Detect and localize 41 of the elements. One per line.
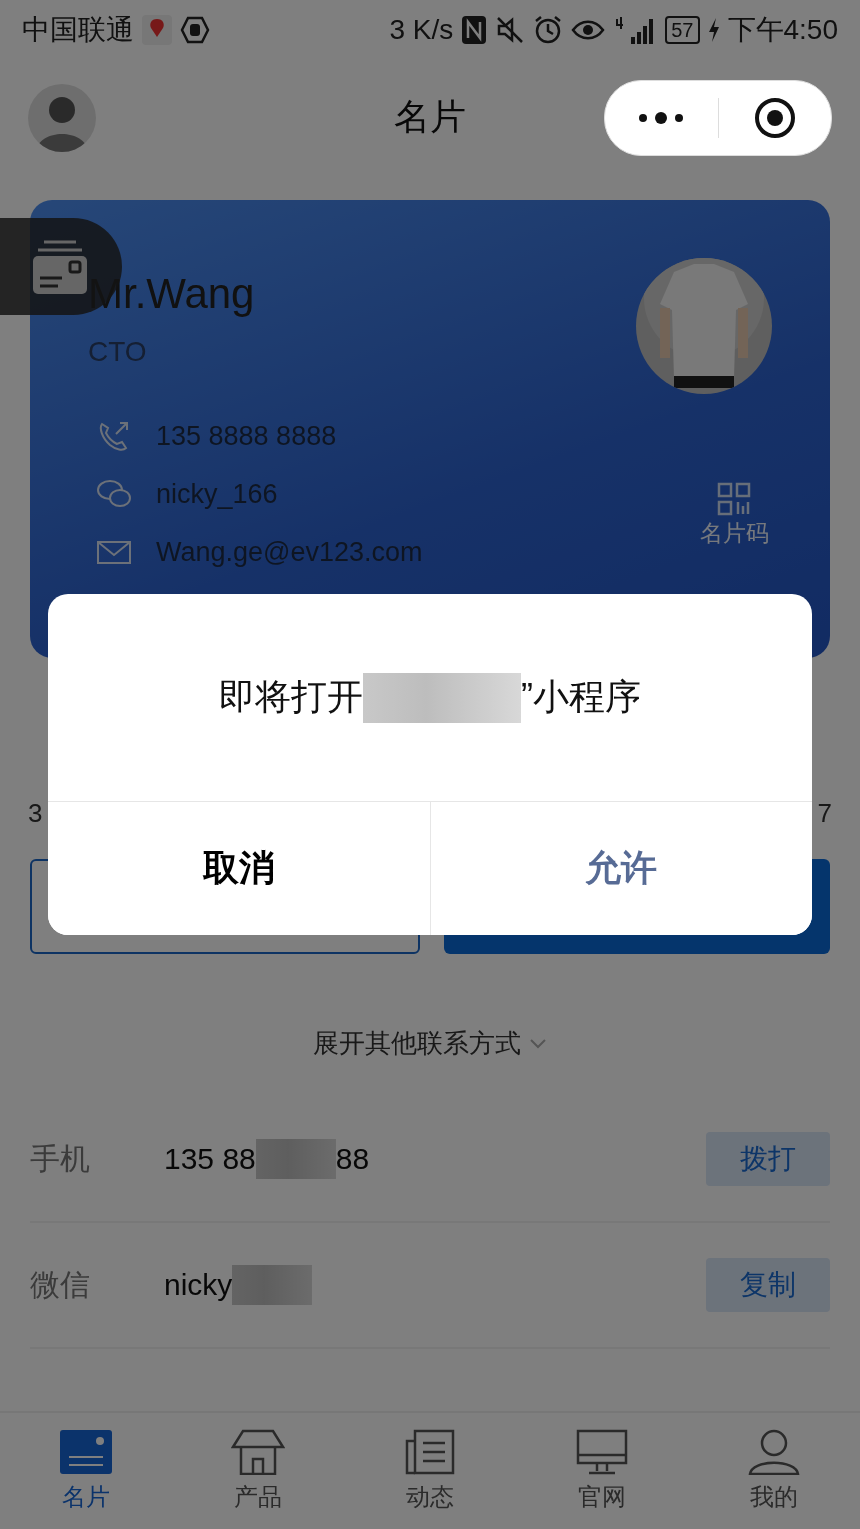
charging-icon [707, 18, 720, 42]
qr-label[interactable]: 名片码 [699, 518, 769, 549]
document-icon [403, 1429, 457, 1475]
field-label: 手机 [30, 1140, 91, 1177]
more-icon[interactable] [637, 110, 686, 125]
qr-code-icon[interactable] [717, 482, 751, 516]
close-icon[interactable] [753, 96, 796, 139]
field-value: 88 [335, 1142, 370, 1176]
field-label: 微信 [30, 1266, 91, 1303]
stat-value: 7 [817, 798, 832, 829]
card-icon [59, 1429, 113, 1475]
tab-item[interactable]: 动态 [344, 1413, 516, 1529]
expand-link[interactable]: 展开其他联系方式 [313, 1026, 521, 1061]
field-value: 135 88 [164, 1142, 256, 1176]
stat-value: 3 [28, 798, 43, 829]
job-title: CTO [88, 336, 148, 368]
page-title: 名片 [394, 96, 466, 137]
nfc-icon [461, 15, 488, 45]
tab-item[interactable]: 官网 [516, 1413, 688, 1529]
action-button[interactable]: 拨打 [706, 1132, 830, 1186]
contact-text: 135 8888 8888 [156, 420, 337, 452]
battery-level: 57 [665, 16, 700, 44]
carrier-name: 中国联通 [22, 13, 134, 47]
contact-text: Wang.ge@ev123.com [156, 536, 423, 568]
network-speed: 3 K/s [389, 14, 454, 46]
person-icon [747, 1429, 801, 1475]
monitor-icon [575, 1429, 629, 1475]
chevron-down-icon [529, 1037, 547, 1050]
cancel-button[interactable]: 取消 [48, 802, 431, 935]
dialog-title: 即将打开 [219, 675, 363, 719]
tab-item[interactable]: 产品 [172, 1413, 344, 1529]
map-pin-icon [142, 15, 172, 45]
tab-item[interactable]: 我的 [688, 1413, 860, 1529]
dialog-title: ”小程序 [521, 675, 641, 719]
tab-item[interactable]: 名片 [0, 1413, 172, 1529]
wallet-icon [32, 239, 88, 294]
store-icon [231, 1429, 285, 1475]
field-value: nicky [164, 1268, 233, 1302]
action-button[interactable]: 复制 [706, 1258, 830, 1312]
clock: 下午4:50 [727, 13, 838, 47]
contact-text: nicky_166 [156, 478, 278, 510]
